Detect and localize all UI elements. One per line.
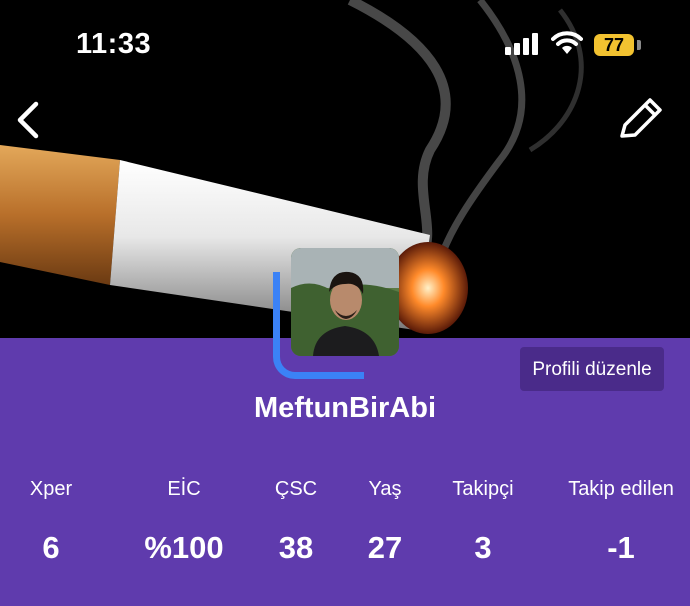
back-button[interactable] — [12, 100, 42, 140]
stat-value-takip-edilen[interactable]: -1 — [607, 530, 635, 566]
stat-value-eic: %100 — [144, 530, 224, 565]
stat-value-takipci[interactable]: 3 — [474, 530, 491, 566]
pencil-icon — [620, 98, 662, 138]
username: MeftunBirAbi — [253, 392, 437, 424]
avatar[interactable] — [273, 248, 399, 379]
stat-label-yas: Yaş — [368, 478, 402, 500]
stat-value-csc: 38 — [278, 530, 314, 565]
stat-label-eic: EİC — [167, 478, 201, 500]
status-time: 11:33 — [76, 28, 152, 60]
stat-label-takip-edilen[interactable]: Takip edilen — [568, 478, 674, 501]
battery-icon: 77 — [594, 34, 634, 56]
stat-value-yas: 27 — [367, 530, 403, 565]
chevron-left-icon — [17, 101, 39, 139]
stat-label-takipci[interactable]: Takipçi — [452, 478, 513, 501]
stat-label-xper: Xper — [29, 478, 73, 500]
edit-profile-button[interactable]: Profili düzenle — [520, 347, 664, 391]
battery-nub — [637, 40, 641, 50]
stat-value-xper: 6 — [42, 530, 60, 565]
status-bar: 11:33 77 — [0, 0, 690, 90]
stat-label-csc: ÇSC — [274, 478, 318, 500]
cellular-signal-icon — [505, 33, 539, 60]
wifi-icon — [551, 30, 583, 61]
avatar-photo — [291, 248, 399, 356]
edit-cover-button[interactable] — [616, 96, 664, 142]
